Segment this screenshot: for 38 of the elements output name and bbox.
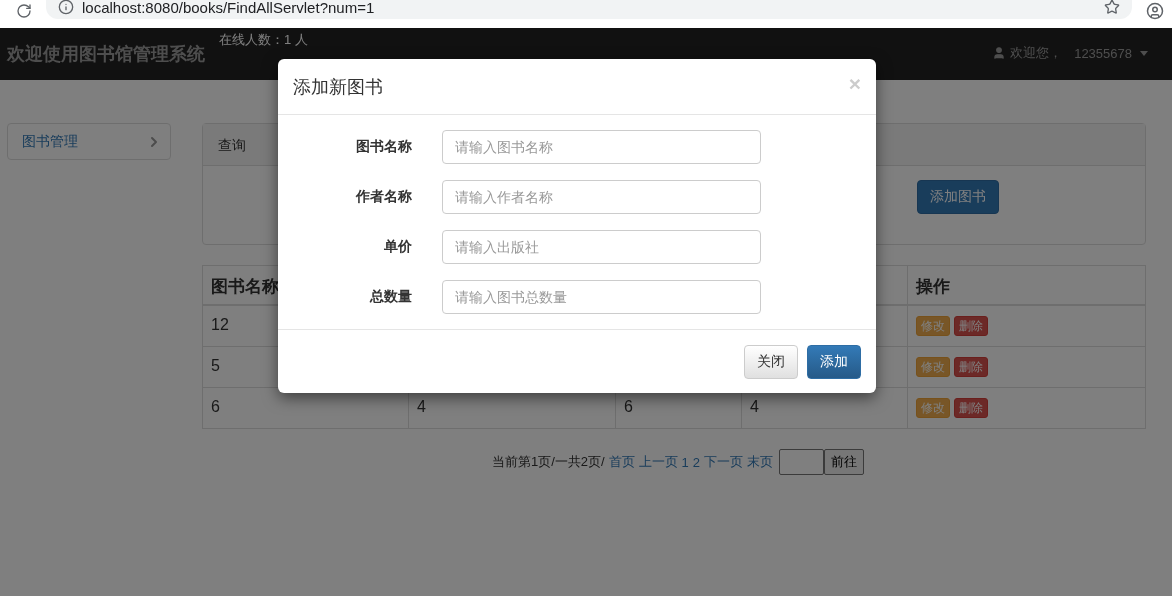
user-name[interactable]: 12355678 <box>1074 45 1132 61</box>
url-text: localhost:8080/books/FindAllServlet?num=1 <box>82 0 375 16</box>
add-book-button[interactable]: 添加图书 <box>917 180 999 214</box>
input-field[interactable]: 请输入出版社 <box>442 230 761 264</box>
user-greeting[interactable]: 欢迎您， <box>1010 44 1063 62</box>
close-button[interactable]: × <box>848 71 861 102</box>
edit-button[interactable]: 修改 <box>916 357 950 377</box>
field-label: 单价 <box>383 238 412 256</box>
avatar-icon[interactable] <box>1146 2 1164 20</box>
edit-button[interactable]: 修改 <box>916 316 950 336</box>
sidebar-item[interactable]: 图书管理 <box>7 123 171 160</box>
delete-button[interactable]: 删除 <box>954 398 988 418</box>
page-input[interactable] <box>779 449 825 475</box>
field-label: 作者名称 <box>354 188 412 206</box>
field-label: 图书名称 <box>355 138 412 156</box>
column-header: 操作 <box>908 266 1146 306</box>
address-bar[interactable]: localhost:8080/books/FindAllServlet?num=1 <box>46 0 1132 19</box>
delete-button[interactable]: 删除 <box>954 357 988 377</box>
brand-title: 欢迎使用图书馆管理系统 <box>7 43 205 66</box>
page-link[interactable]: 首页 <box>608 453 635 471</box>
page-link[interactable]: 2 <box>692 454 701 470</box>
star-icon[interactable] <box>1104 0 1120 15</box>
page-link[interactable]: 末页 <box>747 453 774 471</box>
field-label: 总数量 <box>368 288 412 306</box>
input-field[interactable]: 请输入作者名称 <box>442 180 761 214</box>
submit-button[interactable]: 添加 <box>807 345 861 379</box>
close-dialog-button[interactable]: 关闭 <box>744 345 798 379</box>
modal-title: 添加新图书 <box>293 75 383 99</box>
delete-button[interactable]: 删除 <box>954 316 988 336</box>
input-field[interactable]: 请输入图书名称 <box>442 130 761 164</box>
user-icon <box>992 46 1007 60</box>
input-field[interactable]: 请输入图书总数量 <box>442 280 761 314</box>
go-button[interactable]: 前往 <box>824 449 865 475</box>
reload-icon[interactable] <box>16 3 32 19</box>
page-link[interactable]: 1 <box>681 454 689 470</box>
online-count: 在线人数：1 人 <box>219 31 308 49</box>
info-icon[interactable] <box>58 0 74 15</box>
edit-button[interactable]: 修改 <box>916 398 950 418</box>
